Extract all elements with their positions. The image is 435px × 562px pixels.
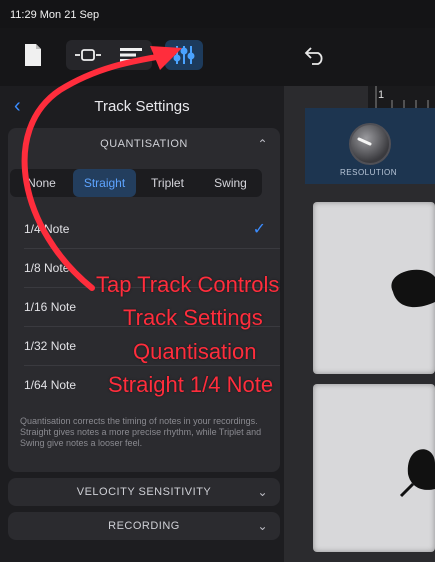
recording-label: RECORDING bbox=[108, 520, 180, 532]
drum-pad[interactable] bbox=[313, 384, 435, 552]
quantisation-description: Quantisation corrects the timing of note… bbox=[20, 416, 262, 448]
panel-title: Track Settings bbox=[94, 97, 190, 115]
recording-section[interactable]: RECORDING ⌄ bbox=[8, 512, 280, 540]
note-label: 1/32 Note bbox=[24, 339, 77, 353]
chevron-down-icon: ⌄ bbox=[257, 485, 268, 499]
quantisation-mode-segmented-control[interactable]: None Straight Triplet Swing bbox=[10, 169, 262, 197]
quantisation-header-label: QUANTISATION bbox=[100, 138, 188, 150]
annotation-line-3: Quantisation bbox=[133, 339, 257, 364]
mode-triplet[interactable]: Triplet bbox=[136, 169, 199, 197]
drum-pad[interactable] bbox=[313, 202, 435, 374]
velocity-sensitivity-label: VELOCITY SENSITIVITY bbox=[76, 486, 212, 498]
view-toggle[interactable] bbox=[66, 40, 152, 70]
mode-swing[interactable]: Swing bbox=[199, 169, 262, 197]
top-toolbar bbox=[0, 28, 435, 86]
track-controls-icon[interactable] bbox=[165, 40, 203, 70]
timeline-ruler[interactable]: 1 bbox=[368, 86, 435, 108]
mode-none[interactable]: None bbox=[10, 169, 73, 197]
resolution-knob[interactable] bbox=[349, 123, 391, 165]
recording-header: RECORDING ⌄ bbox=[8, 512, 280, 540]
note-label: 1/8 Note bbox=[24, 261, 70, 275]
quantisation-header[interactable]: QUANTISATION ⌃ bbox=[8, 128, 280, 160]
undo-icon[interactable] bbox=[300, 42, 330, 68]
velocity-sensitivity-section[interactable]: VELOCITY SENSITIVITY ⌄ bbox=[8, 478, 280, 506]
list-view-icon[interactable] bbox=[109, 40, 152, 70]
resolution-label: RESOLUTION bbox=[340, 168, 398, 177]
note-label: 1/64 Note bbox=[24, 378, 77, 392]
note-label: 1/4 Note bbox=[24, 222, 70, 236]
document-icon[interactable] bbox=[22, 42, 44, 68]
tracks-view-icon[interactable] bbox=[66, 40, 109, 70]
velocity-sensitivity-header: VELOCITY SENSITIVITY ⌄ bbox=[8, 478, 280, 506]
back-chevron-icon[interactable]: ‹ bbox=[14, 95, 21, 118]
panel-header: ‹ Track Settings bbox=[0, 86, 284, 126]
annotation-line-2: Track Settings bbox=[123, 305, 263, 330]
note-option-quarter[interactable]: 1/4 Note ✓ bbox=[8, 210, 280, 248]
checkmark-icon: ✓ bbox=[252, 221, 266, 238]
annotation-line-4: Straight 1/4 Note bbox=[108, 372, 274, 397]
annotation-line-1: Tap Track Controls bbox=[96, 272, 280, 297]
chevron-down-icon: ⌄ bbox=[257, 519, 268, 533]
status-bar-time: 11:29 Mon 21 Sep bbox=[10, 9, 100, 21]
mode-straight[interactable]: Straight bbox=[73, 169, 136, 197]
chevron-up-icon: ⌃ bbox=[257, 137, 268, 151]
note-label: 1/16 Note bbox=[24, 300, 77, 314]
